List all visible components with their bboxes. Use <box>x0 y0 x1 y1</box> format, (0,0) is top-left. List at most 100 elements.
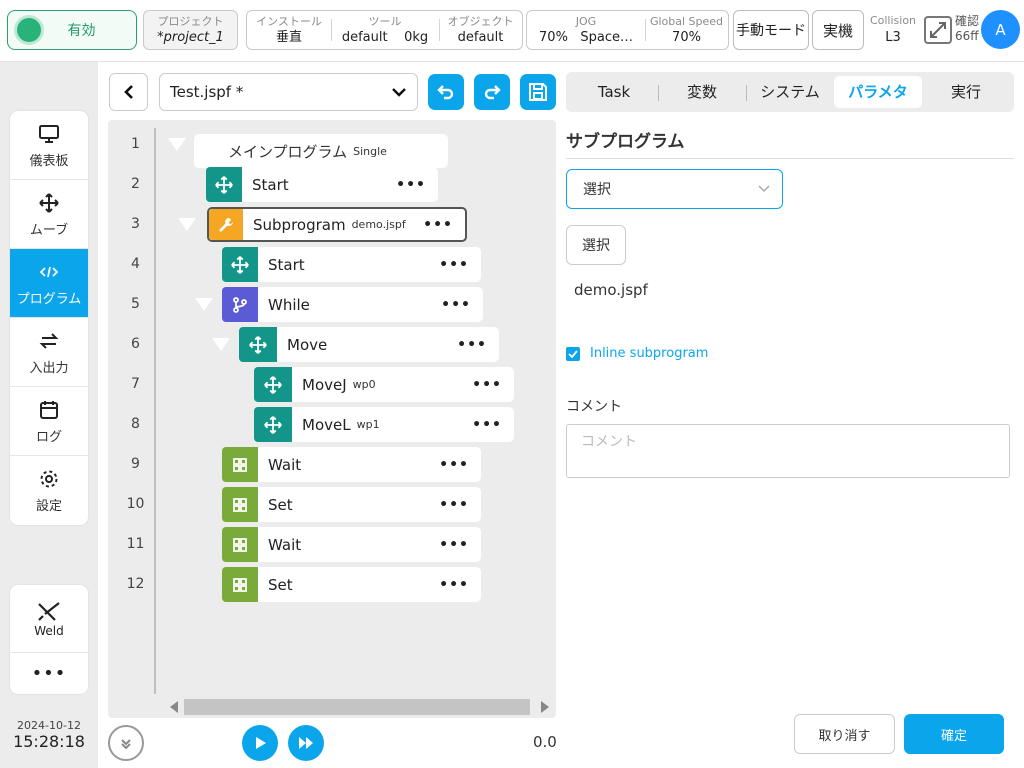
line-number: 12 <box>126 576 145 592</box>
scroll-right-icon[interactable] <box>541 701 549 713</box>
inline-subprogram-label[interactable]: Inline subprogram <box>590 346 708 361</box>
selected-filename: demo.jspf <box>574 281 648 299</box>
program-row[interactable]: 7 MoveJ wp0 ••• <box>108 367 556 403</box>
program-block-start[interactable]: Start ••• <box>206 167 438 202</box>
undo-button[interactable] <box>428 74 464 110</box>
program-block-move[interactable]: Move ••• <box>239 327 499 362</box>
real-machine-button[interactable]: 実機 <box>812 10 864 50</box>
nav-item-settings[interactable]: 設定 <box>10 456 88 525</box>
block-name: Wait <box>268 535 302 554</box>
horizontal-scrollbar[interactable] <box>164 697 556 717</box>
confirm-button[interactable]: 確定 <box>904 714 1004 754</box>
collapse-triangle-icon[interactable] <box>168 138 186 151</box>
save-button[interactable] <box>520 74 556 110</box>
play-button[interactable] <box>242 725 278 761</box>
program-block-movej[interactable]: MoveJ wp0 ••• <box>254 367 514 402</box>
tab-variables[interactable]: 変数 <box>658 76 746 108</box>
collapse-all-button[interactable] <box>108 725 144 761</box>
block-menu-button[interactable]: ••• <box>439 257 469 273</box>
block-menu-button[interactable]: ••• <box>441 297 471 313</box>
line-number: 11 <box>126 536 145 552</box>
tab-run[interactable]: 実行 <box>922 76 1010 108</box>
speed-box[interactable]: JOG 70% Space… Global Speed 70% <box>526 10 729 50</box>
expand-icon[interactable] <box>924 16 952 44</box>
object-label: オブジェクト <box>447 15 514 28</box>
comment-field[interactable] <box>566 424 1010 478</box>
avatar[interactable]: A <box>981 10 1020 49</box>
scroll-left-icon[interactable] <box>170 701 178 713</box>
move-arrows-icon <box>239 327 277 362</box>
project-box[interactable]: プロジェクト *project_1 <box>143 10 238 50</box>
program-block-while[interactable]: While ••• <box>222 287 483 322</box>
nav-label-move: ムーブ <box>29 222 69 238</box>
program-block-movel[interactable]: MoveL wp1 ••• <box>254 407 514 442</box>
back-button[interactable] <box>109 73 148 111</box>
robot-status-button[interactable]: 有効 <box>7 10 137 50</box>
collapse-triangle-icon[interactable] <box>178 218 196 231</box>
scrollbar-thumb[interactable] <box>184 699 530 715</box>
inline-subprogram-checkbox[interactable]: Inline subprogram <box>566 346 708 361</box>
block-menu-button[interactable]: ••• <box>439 457 469 473</box>
collapse-triangle-icon[interactable] <box>212 338 230 351</box>
program-row[interactable]: 8 MoveL wp1 ••• <box>108 407 556 443</box>
collapse-triangle-icon[interactable] <box>195 298 213 311</box>
collision-level[interactable]: Collision L3 <box>868 12 918 46</box>
block-name: Start <box>252 175 289 194</box>
program-block-wait[interactable]: Wait ••• <box>222 527 481 562</box>
chevron-down-circle-icon <box>121 739 131 750</box>
program-block-set[interactable]: Set ••• <box>222 487 481 522</box>
program-row[interactable]: 3 Subprogram demo.jspf ••• <box>108 207 556 243</box>
cancel-button[interactable]: 取り消す <box>794 714 895 754</box>
program-block-start[interactable]: Start ••• <box>222 247 481 282</box>
fast-forward-icon <box>299 737 313 749</box>
program-row[interactable]: 11 Wait ••• <box>108 527 556 563</box>
block-menu-button[interactable]: ••• <box>472 417 502 433</box>
program-row[interactable]: 10 Set ••• <box>108 487 556 523</box>
block-menu-button[interactable]: ••• <box>423 217 453 233</box>
block-name: Subprogram <box>253 215 346 234</box>
program-row[interactable]: 12 Set ••• <box>108 567 556 603</box>
move-arrows-icon <box>222 247 258 282</box>
program-block-wait[interactable]: Wait ••• <box>222 447 481 482</box>
tab-system[interactable]: システム <box>746 76 834 108</box>
subprogram-dropdown[interactable]: 選択 <box>566 169 783 209</box>
step-button[interactable] <box>288 725 324 761</box>
checkbox-checked-icon[interactable] <box>566 346 580 361</box>
nav-more-button[interactable]: ••• <box>10 653 88 693</box>
block-menu-button[interactable]: ••• <box>439 577 469 593</box>
block-menu-button[interactable]: ••• <box>457 337 487 353</box>
file-select[interactable]: Test.jspf * <box>159 73 418 111</box>
block-menu-button[interactable]: ••• <box>439 537 469 553</box>
nav-item-io[interactable]: 入出力 <box>10 318 88 387</box>
gear-icon <box>38 467 60 491</box>
redo-button[interactable] <box>474 74 510 110</box>
program-row[interactable]: 4 Start ••• <box>108 247 556 283</box>
program-row[interactable]: 1 メインプログラム Single <box>108 127 556 168</box>
project-value: *project_1 <box>157 30 224 45</box>
program-block-subprogram[interactable]: Subprogram demo.jspf ••• <box>207 207 467 242</box>
clock-time: 15:28:18 <box>13 732 85 751</box>
nav-item-program[interactable]: プログラム <box>10 249 88 318</box>
tab-parameters[interactable]: パラメタ <box>834 76 922 108</box>
nav-item-log[interactable]: ログ <box>10 387 88 456</box>
nav-item-move[interactable]: ムーブ <box>10 180 88 249</box>
nav-item-weld[interactable]: Weld <box>10 585 88 653</box>
block-menu-button[interactable]: ••• <box>472 377 502 393</box>
tab-task[interactable]: Task <box>570 76 658 108</box>
block-menu-button[interactable]: ••• <box>396 177 426 193</box>
select-file-button[interactable]: 選択 <box>566 225 626 265</box>
move-arrows-icon <box>254 367 292 402</box>
block-menu-button[interactable]: ••• <box>439 497 469 513</box>
nav-item-dashboard[interactable]: 儀表板 <box>10 111 88 180</box>
manual-mode-button[interactable]: 手動モード <box>733 10 809 50</box>
program-row[interactable]: 5 While ••• <box>108 287 556 323</box>
nav-label-settings: 設定 <box>35 499 62 514</box>
weld-icon <box>38 601 60 621</box>
program-block-set[interactable]: Set ••• <box>222 567 481 602</box>
line-number: 1 <box>131 136 140 152</box>
program-block-main[interactable]: メインプログラム Single <box>194 134 448 168</box>
program-row[interactable]: 9 Wait ••• <box>108 447 556 483</box>
robot-config-box[interactable]: インストール 垂直 ツール default 0kg オブジェクト default <box>246 10 523 50</box>
program-row[interactable]: 2 Start ••• <box>108 167 556 203</box>
program-row[interactable]: 6 Move ••• <box>108 327 556 363</box>
